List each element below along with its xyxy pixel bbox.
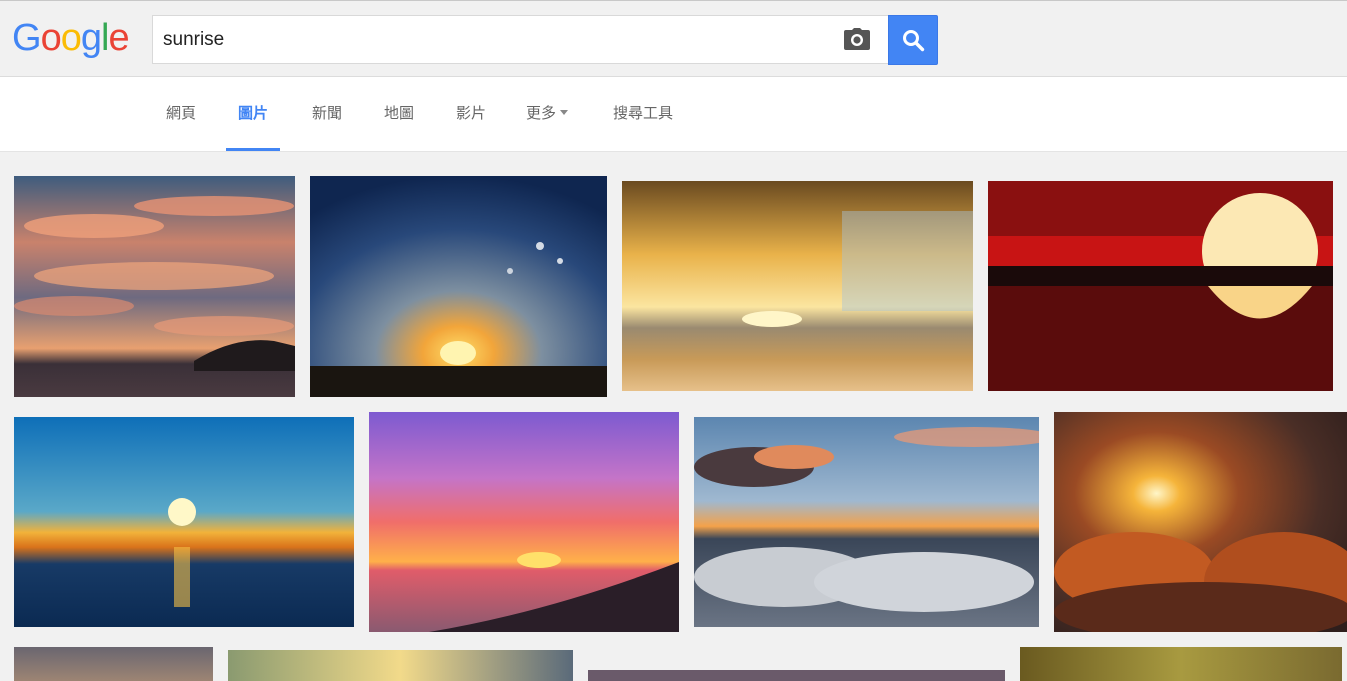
- tab-label: 新聞: [311, 104, 342, 122]
- search-input[interactable]: [163, 22, 823, 57]
- tab-maps[interactable]: 地圖: [382, 77, 416, 151]
- camera-icon[interactable]: [843, 27, 871, 51]
- logo-letter: o: [40, 17, 62, 59]
- tab-search-tools[interactable]: 搜尋工具: [610, 77, 676, 151]
- logo-letter: e: [108, 17, 129, 59]
- image-result[interactable]: [588, 670, 1005, 681]
- tab-images[interactable]: 圖片: [226, 77, 280, 151]
- image-result[interactable]: [369, 412, 679, 632]
- tab-label: 更多: [526, 104, 557, 122]
- tab-label: 搜尋工具: [612, 104, 673, 122]
- search-tabs: 網頁 圖片 新聞 地圖 影片 更多 搜尋工具: [0, 77, 1347, 152]
- image-results-grid: [0, 152, 1347, 681]
- logo-letter: o: [60, 17, 82, 59]
- logo-letter: G: [12, 17, 42, 59]
- tab-more[interactable]: 更多: [526, 77, 574, 151]
- image-result[interactable]: [988, 181, 1333, 391]
- image-result[interactable]: [14, 417, 354, 627]
- tab-videos[interactable]: 影片: [454, 77, 488, 151]
- image-result[interactable]: [1054, 412, 1347, 632]
- tab-news[interactable]: 新聞: [310, 77, 344, 151]
- image-result[interactable]: [1020, 647, 1342, 681]
- image-result[interactable]: [14, 176, 295, 397]
- image-result[interactable]: [14, 647, 213, 681]
- tab-label: 圖片: [237, 104, 268, 122]
- tab-web[interactable]: 網頁: [164, 77, 198, 151]
- image-result[interactable]: [310, 176, 607, 397]
- logo-letter: g: [80, 17, 102, 59]
- image-result[interactable]: [622, 181, 973, 391]
- chevron-down-icon: [560, 110, 569, 115]
- search-button[interactable]: [888, 15, 938, 65]
- google-logo[interactable]: Google: [12, 15, 130, 61]
- tab-label: 影片: [455, 104, 486, 122]
- tab-label: 地圖: [383, 104, 414, 122]
- image-result[interactable]: [694, 417, 1039, 627]
- top-bar: Google: [0, 0, 1347, 77]
- image-result[interactable]: [228, 650, 573, 681]
- search-box: [152, 15, 889, 64]
- search-icon: [903, 30, 925, 52]
- tab-label: 網頁: [165, 104, 196, 122]
